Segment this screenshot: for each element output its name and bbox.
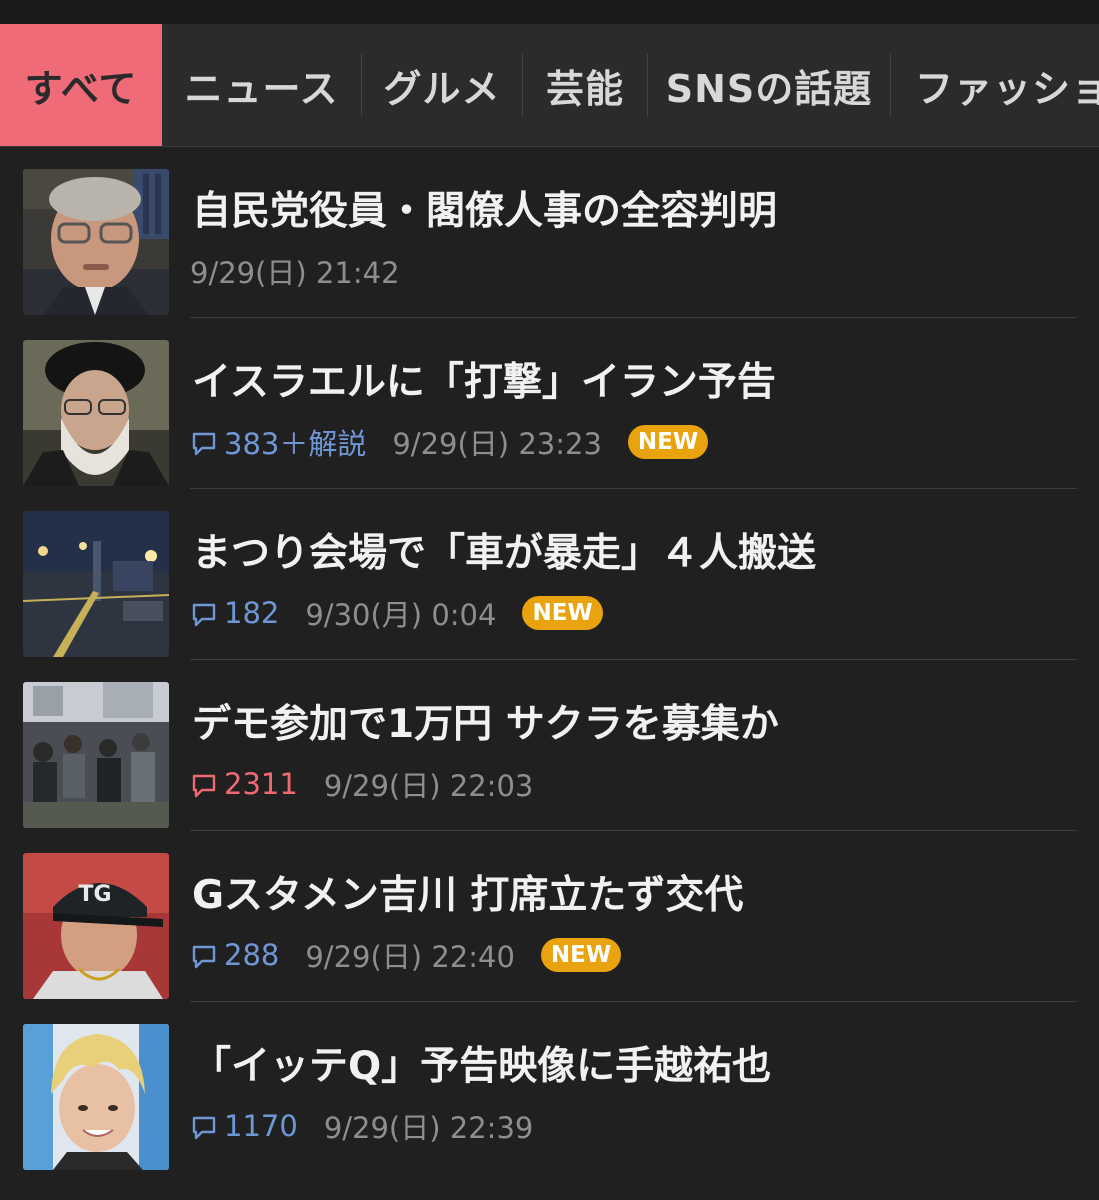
article-date: 9/29(日) 21:42 bbox=[190, 256, 400, 290]
article-meta: 1170 9/29(日) 22:39 bbox=[190, 1106, 559, 1146]
comment-icon bbox=[192, 1116, 216, 1140]
category-tab-bar: すべて ニュース グルメ 芸能 SNSの話題 ファッショ bbox=[0, 24, 1099, 147]
article-date: 9/29(日) 22:40 bbox=[305, 940, 515, 974]
article-title: 「イッテQ」予告映像に手越祐也 bbox=[192, 1044, 772, 1089]
article-title: Gスタメン吉川 打席立たず交代 bbox=[192, 873, 744, 918]
status-strip bbox=[0, 0, 1099, 24]
article-item[interactable]: 「イッテQ」予告映像に手越祐也 1170 9/29(日) 22:39 bbox=[0, 1002, 1099, 1172]
comment-count[interactable]: 2311 bbox=[190, 767, 298, 801]
new-badge: NEW bbox=[522, 596, 603, 630]
comment-count-text: 1170 bbox=[224, 1109, 298, 1143]
politician-photo bbox=[23, 169, 169, 315]
article-meta: 9/29(日) 21:42 bbox=[190, 251, 426, 291]
article-meta: 288 9/29(日) 22:40 NEW bbox=[190, 935, 622, 975]
comment-count[interactable]: 288 bbox=[190, 938, 279, 972]
tab-all[interactable]: すべて bbox=[0, 24, 162, 146]
comment-icon bbox=[192, 774, 216, 798]
comment-icon bbox=[192, 432, 216, 456]
night-scene-photo bbox=[23, 511, 169, 657]
article-date: 9/29(日) 22:39 bbox=[323, 1111, 534, 1145]
article-item[interactable]: デモ参加で1万円 サクラを募集か 2311 9/29(日) 22:03 bbox=[0, 660, 1099, 831]
tab-gourmet[interactable]: グルメ bbox=[362, 24, 522, 146]
comment-icon bbox=[192, 945, 216, 969]
article-meta: 383＋解説 9/29(日) 23:23 NEW bbox=[190, 421, 709, 463]
article-title: まつり会場で「車が暴走」４人搬送 bbox=[192, 531, 817, 576]
comment-count[interactable]: 1170 bbox=[190, 1109, 298, 1143]
article-title: イスラエルに「打撃」イラン予告 bbox=[192, 360, 776, 405]
article-item[interactable]: TG Gスタメン吉川 打席立たず交代 288 9/29(日) 22:40 NEW bbox=[0, 831, 1099, 1002]
article-meta: 2311 9/29(日) 22:03 bbox=[190, 764, 559, 804]
comment-count[interactable]: 182 bbox=[190, 596, 279, 630]
comment-count-text: 2311 bbox=[224, 767, 298, 801]
svg-text:TG: TG bbox=[78, 882, 111, 907]
article-item[interactable]: まつり会場で「車が暴走」４人搬送 182 9/30(月) 0:04 NEW bbox=[0, 489, 1099, 660]
tab-news[interactable]: ニュース bbox=[162, 24, 361, 146]
tab-entertainment[interactable]: 芸能 bbox=[523, 24, 647, 146]
article-date: 9/29(日) 23:23 bbox=[392, 427, 602, 461]
article-item[interactable]: 自民党役員・閣僚人事の全容判明 9/29(日) 21:42 bbox=[0, 147, 1099, 318]
comment-count[interactable]: 383＋解説 bbox=[190, 421, 366, 463]
tab-fashion[interactable]: ファッショ bbox=[891, 24, 1099, 146]
tab-sns[interactable]: SNSの話題 bbox=[648, 24, 890, 146]
new-badge: NEW bbox=[627, 425, 709, 459]
comment-count-text: 182 bbox=[224, 596, 280, 630]
article-item[interactable]: イスラエルに「打撃」イラン予告 383＋解説 9/29(日) 23:23 NEW bbox=[0, 318, 1099, 489]
baseball-player-photo: TG bbox=[23, 853, 169, 999]
celebrity-photo bbox=[23, 1024, 169, 1170]
crowd-photo bbox=[23, 682, 169, 828]
new-badge: NEW bbox=[540, 938, 622, 972]
article-date: 9/29(日) 22:03 bbox=[323, 769, 534, 803]
article-title: デモ参加で1万円 サクラを募集か bbox=[192, 702, 779, 747]
comment-count-text: 288 bbox=[224, 938, 280, 972]
leader-photo bbox=[23, 340, 169, 486]
comment-count-text: 383＋解説 bbox=[224, 427, 367, 461]
article-title: 自民党役員・閣僚人事の全容判明 bbox=[192, 189, 778, 234]
comment-icon bbox=[192, 603, 216, 627]
article-date: 9/30(月) 0:04 bbox=[305, 598, 497, 632]
article-meta: 182 9/30(月) 0:04 NEW bbox=[190, 593, 603, 633]
